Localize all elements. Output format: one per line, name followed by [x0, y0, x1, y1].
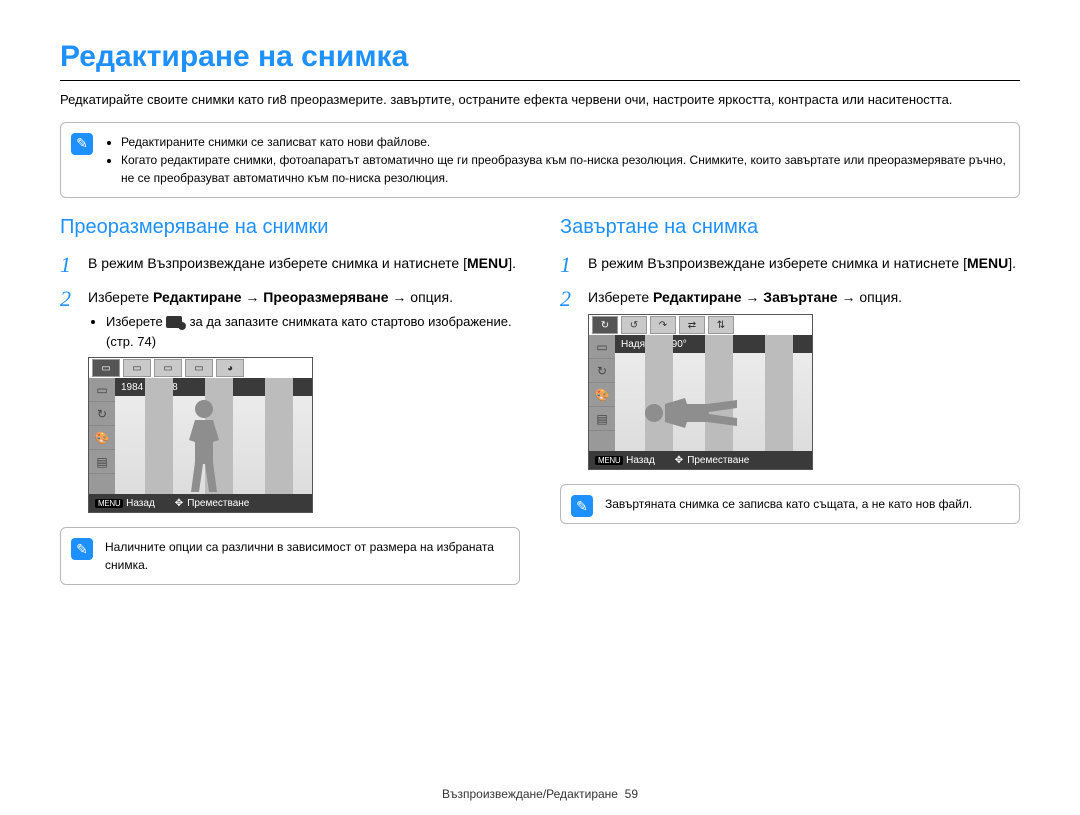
thumb-size-icon: ◕ — [216, 359, 244, 377]
step-number: 1 — [60, 253, 78, 277]
step-text: → опция. — [389, 289, 453, 305]
step-text: Изберете — [588, 289, 653, 305]
rotate-option-icon: ⇅ — [708, 316, 734, 334]
thumb-size-icon: ▭ — [185, 359, 213, 377]
sub-bullet-text: Изберете — [106, 314, 166, 329]
step-number: 2 — [560, 287, 578, 470]
person-silhouette-icon — [177, 400, 231, 492]
menu-key-icon: MENU — [595, 456, 623, 465]
step-bold: Завъртане — [763, 289, 837, 305]
rotate-note-box: ✎ Завъртяната снимка се записва като същ… — [560, 484, 1020, 524]
sub-bullet: Изберете , за да запазите снимката като … — [106, 312, 520, 351]
page-title: Редактиране на снимка — [60, 40, 1020, 81]
note-icon: ✎ — [71, 538, 93, 560]
move-label: Преместване — [675, 453, 750, 468]
resize-note-text: Наличните опции са различни в зависимост… — [105, 538, 507, 574]
step-body: В режим Възпроизвеждане изберете снимка … — [588, 253, 1020, 277]
step-text: Изберете — [88, 289, 153, 305]
tool-icon: 🎨 — [89, 426, 115, 450]
resize-note-box: ✎ Наличните опции са различни в зависимо… — [60, 527, 520, 585]
tool-icon: ↻ — [589, 359, 615, 383]
tool-icon: ↻ — [89, 402, 115, 426]
step-bold: Редактиране — [153, 289, 242, 305]
tool-icon: 🎨 — [589, 383, 615, 407]
tool-icon: ▭ — [589, 335, 615, 359]
step-number: 1 — [560, 253, 578, 277]
rotate-option-icon: ⇄ — [679, 316, 705, 334]
note-icon: ✎ — [571, 495, 593, 517]
tool-icon: ▭ — [89, 378, 115, 402]
step-body: Изберете Редактиране → Завъртане → опция… — [588, 287, 1020, 470]
start-image-icon — [166, 316, 182, 328]
step-text: ]. — [1008, 255, 1016, 271]
move-label: Преместване — [175, 496, 250, 511]
arrow: → — [742, 289, 764, 305]
step-text: → опция. — [838, 289, 902, 305]
arrow: → — [242, 289, 264, 305]
step-number: 2 — [60, 287, 78, 513]
step-text: В режим Възпроизвеждане изберете снимка … — [88, 255, 467, 271]
menu-key-icon: MENU — [95, 499, 123, 508]
intro-text: Редкатирайте своите снимки като ги8 прео… — [60, 91, 1020, 110]
page-footer: Възпроизвеждане/Редактиране 59 — [0, 787, 1080, 801]
footer-page-number: 59 — [625, 787, 638, 801]
section-heading-rotate: Завъртане на снимка — [560, 216, 1020, 239]
step-bold: Преоразмеряване — [263, 289, 388, 305]
rotate-section: Завъртане на снимка 1 В режим Възпроизве… — [560, 216, 1020, 603]
back-label: Назад — [626, 455, 655, 466]
thumb-size-icon: ▭ — [123, 359, 151, 377]
tool-icon: ▤ — [589, 407, 615, 431]
step-body: В режим Възпроизвеждане изберете снимка … — [88, 253, 520, 277]
menu-key: MENU — [467, 255, 508, 271]
camera-preview-resize: ▭ ▭ ▭ ▭ ◕ ▭ ↻ 🎨 ▤ 19 — [88, 357, 313, 513]
step-body: Изберете Редактиране → Преоразмеряване →… — [88, 287, 520, 513]
back-label: Назад — [126, 498, 155, 509]
top-note-bullet: Редактираните снимки се записват като но… — [121, 133, 1007, 151]
camera-preview-rotate: ↻ ↺ ↷ ⇄ ⇅ ▭ ↻ 🎨 ▤ На — [588, 314, 813, 470]
step-bold: Редактиране — [653, 289, 742, 305]
menu-key: MENU — [967, 255, 1008, 271]
rotate-option-icon: ↺ — [621, 316, 647, 334]
thumb-size-icon: ▭ — [154, 359, 182, 377]
person-silhouette-icon — [645, 383, 765, 443]
step-text: В режим Възпроизвеждане изберете снимка … — [588, 255, 967, 271]
step-text: ]. — [508, 255, 516, 271]
section-heading-resize: Преоразмеряване на снимки — [60, 216, 520, 239]
thumb-size-icon: ▭ — [92, 359, 120, 377]
resize-section: Преоразмеряване на снимки 1 В режим Възп… — [60, 216, 520, 603]
rotate-option-icon: ↻ — [592, 316, 618, 334]
rotate-option-icon: ↷ — [650, 316, 676, 334]
note-icon: ✎ — [71, 133, 93, 155]
top-note-box: ✎ Редактираните снимки се записват като … — [60, 122, 1020, 198]
footer-section: Възпроизвеждане/Редактиране — [442, 787, 618, 801]
top-note-bullet: Когато редактирате снимки, фотоапаратът … — [121, 151, 1007, 187]
tool-icon: ▤ — [89, 450, 115, 474]
rotate-note-text: Завъртяната снимка се записва като същат… — [605, 495, 1007, 513]
